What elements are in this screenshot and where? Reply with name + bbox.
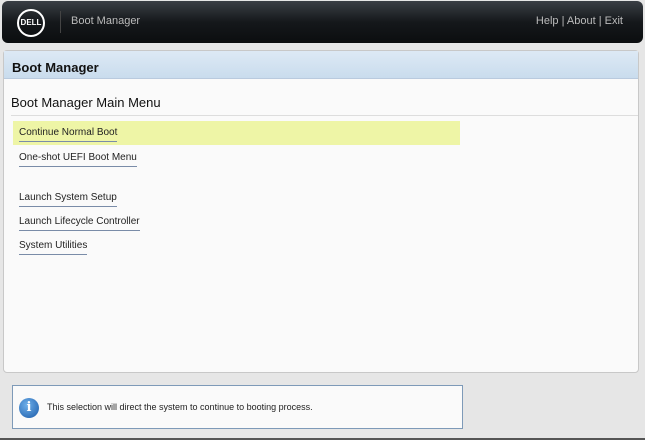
- link-separator: |: [558, 15, 567, 27]
- divider: [60, 11, 61, 33]
- menu-item-system-utilities[interactable]: System Utilities: [19, 240, 88, 255]
- menu-item-one-shot-uefi-boot-menu[interactable]: One-shot UEFI Boot Menu: [19, 152, 137, 167]
- dell-logo: DELL: [17, 9, 45, 37]
- top-bar: DELL Boot Manager Help | About | Exit: [2, 1, 643, 43]
- menu-item-continue-normal-boot[interactable]: Continue Normal Boot: [19, 127, 118, 142]
- about-link[interactable]: About: [567, 15, 596, 27]
- header-links: Help | About | Exit: [536, 15, 623, 27]
- exit-link[interactable]: Exit: [605, 15, 623, 27]
- info-icon: i: [19, 398, 39, 418]
- page-subtitle: Boot Manager Main Menu: [11, 95, 638, 116]
- info-text: This selection will direct the system to…: [47, 402, 313, 412]
- boot-manager-panel: Boot Manager Boot Manager Main Menu Cont…: [3, 50, 639, 373]
- menu-item-launch-lifecycle-controller[interactable]: Launch Lifecycle Controller: [19, 216, 140, 231]
- app-title: Boot Manager: [71, 15, 141, 27]
- link-separator: |: [595, 15, 605, 27]
- panel-title: Boot Manager: [4, 51, 638, 79]
- menu-item-launch-system-setup[interactable]: Launch System Setup: [19, 192, 117, 207]
- help-link[interactable]: Help: [536, 15, 559, 27]
- help-info-box: i This selection will direct the system …: [12, 385, 463, 429]
